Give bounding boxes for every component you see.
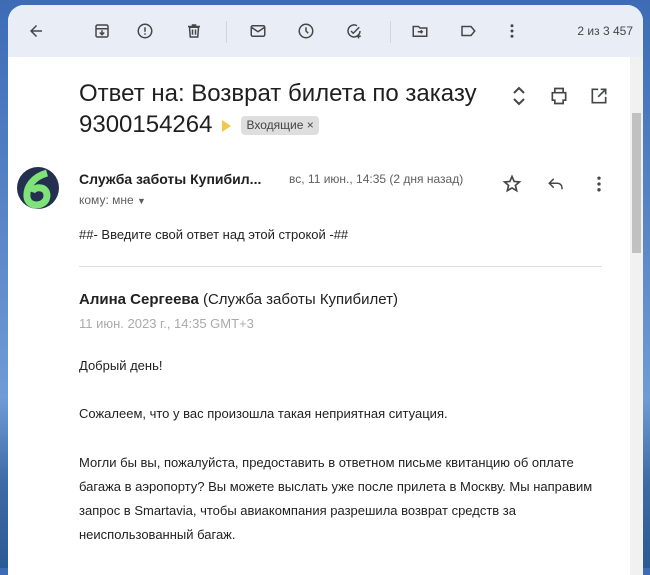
- recipients-text: кому: мне: [79, 193, 134, 207]
- label-remove-button[interactable]: ×: [307, 118, 314, 132]
- open-new-window-icon[interactable]: [589, 86, 609, 111]
- author-date: 11 июн. 2023 г., 14:35 GMT+3: [79, 316, 254, 331]
- label-chip-inbox[interactable]: Входящие ×: [241, 116, 319, 136]
- author-name: Алина Сергеева: [79, 291, 199, 308]
- print-icon[interactable]: [549, 86, 569, 111]
- back-arrow-icon[interactable]: [24, 19, 48, 43]
- divider: [79, 266, 602, 267]
- avatar[interactable]: [17, 167, 59, 209]
- more-icon[interactable]: [500, 19, 524, 43]
- label-icon[interactable]: [456, 19, 480, 43]
- important-marker-icon[interactable]: [222, 119, 232, 132]
- add-task-icon[interactable]: [342, 19, 366, 43]
- paragraph: Могли бы вы, пожалуйста, предоставить в …: [79, 455, 593, 542]
- paragraph: Сожалеем, что у вас произошла такая непр…: [79, 406, 448, 421]
- subject-line1: Ответ на: Возврат билета по заказу: [79, 80, 477, 107]
- scrollbar-thumb[interactable]: [632, 113, 641, 253]
- star-icon[interactable]: [502, 174, 522, 199]
- divider: [226, 21, 227, 43]
- email-subject: Ответ на: Возврат билета по заказу 93001…: [79, 78, 499, 140]
- delete-icon[interactable]: [182, 19, 206, 43]
- recipients-toggle[interactable]: кому: мне ▼: [79, 193, 146, 207]
- scrollbar[interactable]: [630, 57, 643, 575]
- author-line: Алина Сергеева (Служба заботы Купибилет): [79, 288, 604, 312]
- move-to-icon[interactable]: [408, 19, 432, 43]
- snooze-icon[interactable]: [294, 19, 318, 43]
- divider: [390, 21, 391, 43]
- toolbar: 2 из 3 457: [8, 5, 643, 57]
- report-spam-icon[interactable]: [133, 19, 157, 43]
- reply-line: ##- Введите свой ответ над этой строкой …: [79, 227, 349, 242]
- message-date: вс, 11 июн., 14:35 (2 дня назад): [289, 172, 464, 186]
- archive-icon[interactable]: [90, 19, 114, 43]
- message-counter: 2 из 3 457: [577, 24, 633, 38]
- author-org: (Служба заботы Купибилет): [198, 291, 398, 308]
- reply-icon[interactable]: [546, 175, 566, 198]
- sender-name[interactable]: Служба заботы Купибил...: [79, 171, 261, 187]
- message-more-icon[interactable]: [589, 174, 609, 199]
- mark-unread-icon[interactable]: [246, 19, 270, 43]
- dropdown-icon[interactable]: ▼: [137, 196, 146, 206]
- subject-line2: 9300154264: [79, 111, 213, 138]
- label-text: Входящие: [246, 118, 304, 133]
- expand-all-icon[interactable]: [511, 85, 527, 112]
- paragraph: Добрый день!: [79, 358, 163, 373]
